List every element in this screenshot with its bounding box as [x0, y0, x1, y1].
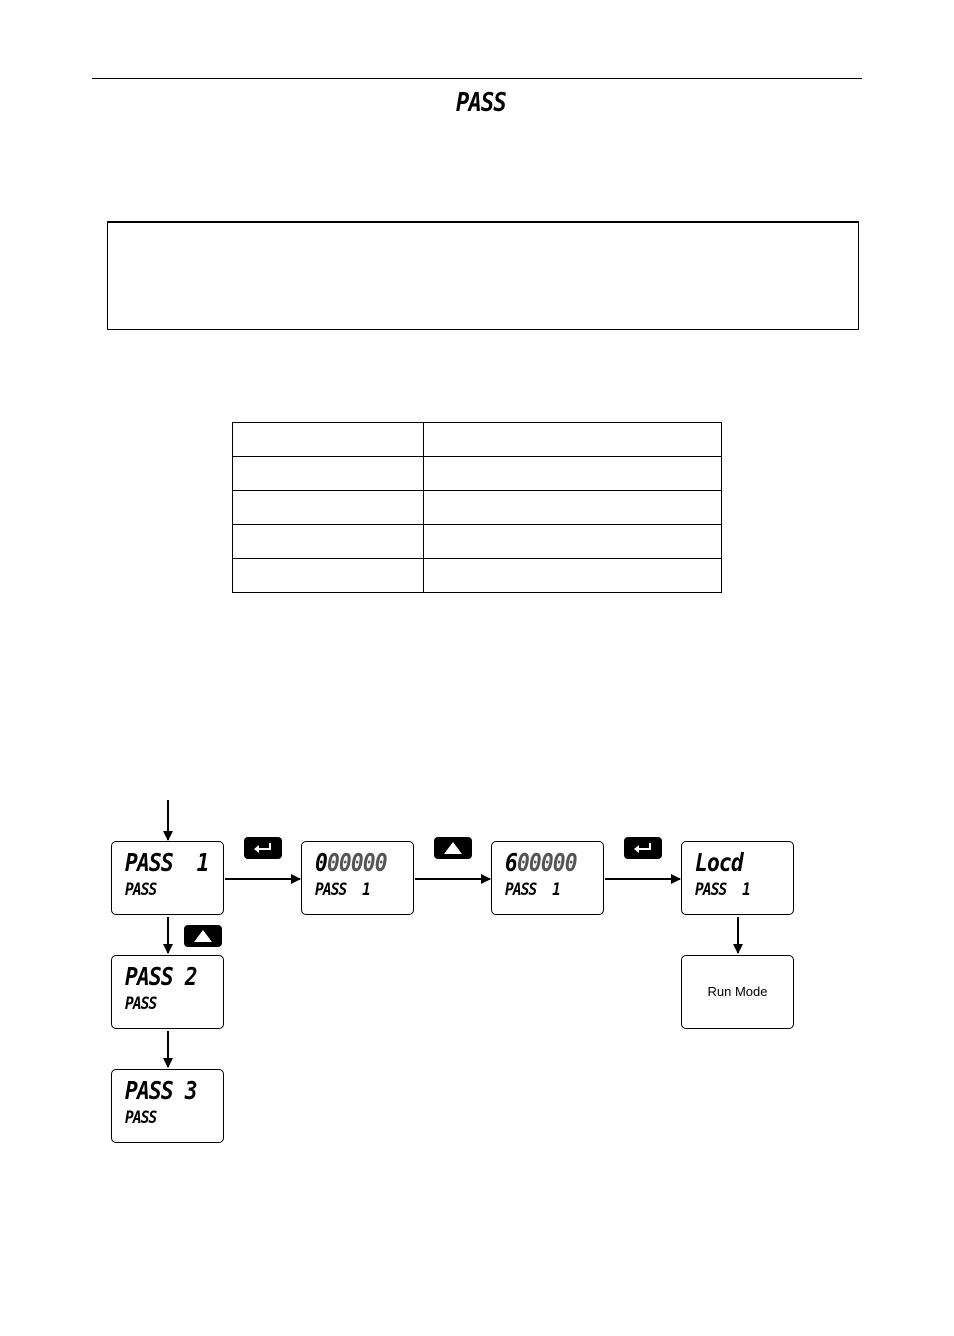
enter-key-icon: [244, 837, 282, 859]
active-digit: 0: [315, 848, 328, 877]
active-digit: 6: [505, 848, 518, 877]
display-line1: Locd: [695, 848, 744, 877]
run-mode-label: Run Mode: [707, 984, 768, 999]
display-line1: PASS 2: [125, 962, 198, 991]
enter-key-icon: [624, 837, 662, 859]
display-line1: 600000: [505, 848, 578, 877]
display-line2: PASS: [125, 880, 157, 900]
display-line2: PASS: [125, 1108, 157, 1128]
display-pass3: PASS 3 PASS: [111, 1069, 224, 1143]
display-line2: PASS 1: [695, 880, 751, 900]
run-mode-box: Run Mode: [681, 955, 794, 1029]
display-zero: 000000 PASS 1: [301, 841, 414, 915]
up-key-icon: [184, 925, 222, 947]
display-line1: PASS 1: [125, 848, 209, 877]
dim-digits: 00000: [326, 848, 388, 877]
display-line2: PASS 1: [505, 880, 561, 900]
display-pass1: PASS 1 PASS: [111, 841, 224, 915]
display-line2: PASS: [125, 994, 157, 1014]
up-key-icon: [434, 837, 472, 859]
display-six: 600000 PASS 1: [491, 841, 604, 915]
display-pass2: PASS 2 PASS: [111, 955, 224, 1029]
display-line1: 000000: [315, 848, 388, 877]
display-locd: Locd PASS 1: [681, 841, 794, 915]
display-line1: PASS 3: [125, 1076, 198, 1105]
display-line2: PASS 1: [315, 880, 371, 900]
dim-digits: 00000: [516, 848, 578, 877]
